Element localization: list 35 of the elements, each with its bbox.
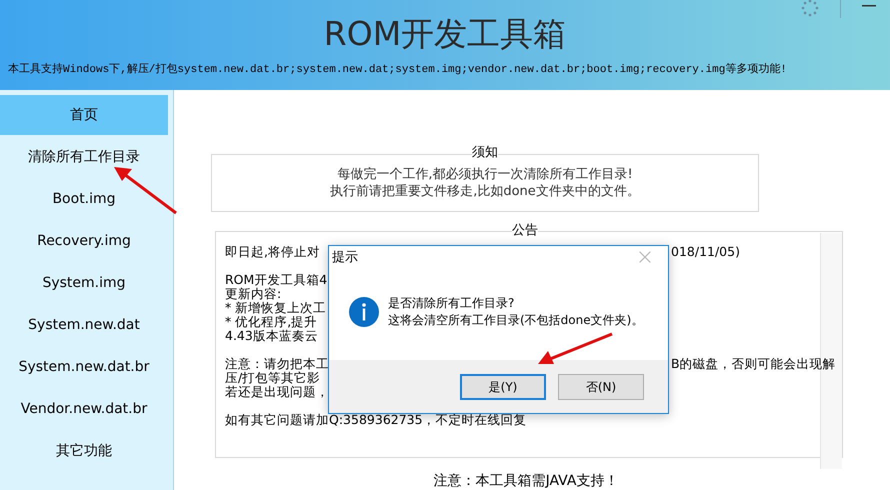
sidebar-item[interactable]: Recovery.img <box>0 221 168 261</box>
sidebar-item[interactable]: Vendor.new.dat.br <box>0 389 168 429</box>
announcement-text: 即日起,将停止对 <box>225 244 320 260</box>
announcement-text: ROM开发工具箱4 <box>225 272 328 288</box>
dialog-title: 提示 <box>332 249 358 268</box>
sidebar-item[interactable]: System.new.dat.br <box>0 347 168 387</box>
dialog-message: 是否清除所有工作目录? <box>388 295 516 312</box>
sidebar-item[interactable]: System.new.dat <box>0 305 168 345</box>
footer-note: 注意：本工具箱需JAVA支持！ <box>434 472 618 490</box>
sidebar-item[interactable]: Boot.img <box>0 179 168 219</box>
dialog-detail: 这将会清空所有工作目录(不包括done文件夹)。 <box>388 312 644 329</box>
info-icon <box>349 297 379 327</box>
sidebar-item[interactable]: System.img <box>0 263 168 303</box>
dialog-button[interactable]: 是(Y) <box>460 374 546 400</box>
announcement-text: B的磁盘，否则可能会出现解 <box>671 357 836 372</box>
announcement-text: * 新增恢复上次工 <box>225 300 326 316</box>
announcement-text: * 优化程序,提升 <box>225 314 318 330</box>
announcement-text: 018/11/05) <box>671 245 740 260</box>
announcement-text: 如有其它问题请加Q:3589362735，不定时在线回复 <box>225 412 527 428</box>
announcement-text: 若还是出现问题， <box>225 384 329 400</box>
notice-title: 须知 <box>472 145 498 161</box>
announcement-text: 注意：请勿把本工 <box>225 356 329 372</box>
subtitle: 本工具支持Windows下,解压/打包system.new.dat.br;system.new.dat;system.img;vendor.new.dat.br;boot.img;recovery.img等多项功能! <box>8 62 787 78</box>
sidebar-item[interactable]: 首页 <box>0 95 168 135</box>
dialog-button[interactable]: 否(N) <box>558 374 644 400</box>
sidebar-item[interactable]: 清除所有工作目录 <box>0 137 168 177</box>
announcement-text: 更新内容: <box>225 286 282 302</box>
window-title: ROM开发工具箱 <box>324 13 566 55</box>
announcement-text: 4.43版本蓝奏云 <box>225 328 318 344</box>
notice-text: 每做完一个工作,都必须执行一次清除所有工作目录! <box>337 166 633 184</box>
announcement-text: 压/打包等其它影 <box>225 370 320 386</box>
loading-icon <box>800 0 820 18</box>
sidebar-item[interactable]: 其它功能 <box>0 431 168 471</box>
minimize-icon[interactable] <box>862 5 876 7</box>
notice-text: 执行前请把重要文件移走,比如done文件夹中的文件。 <box>330 183 640 200</box>
